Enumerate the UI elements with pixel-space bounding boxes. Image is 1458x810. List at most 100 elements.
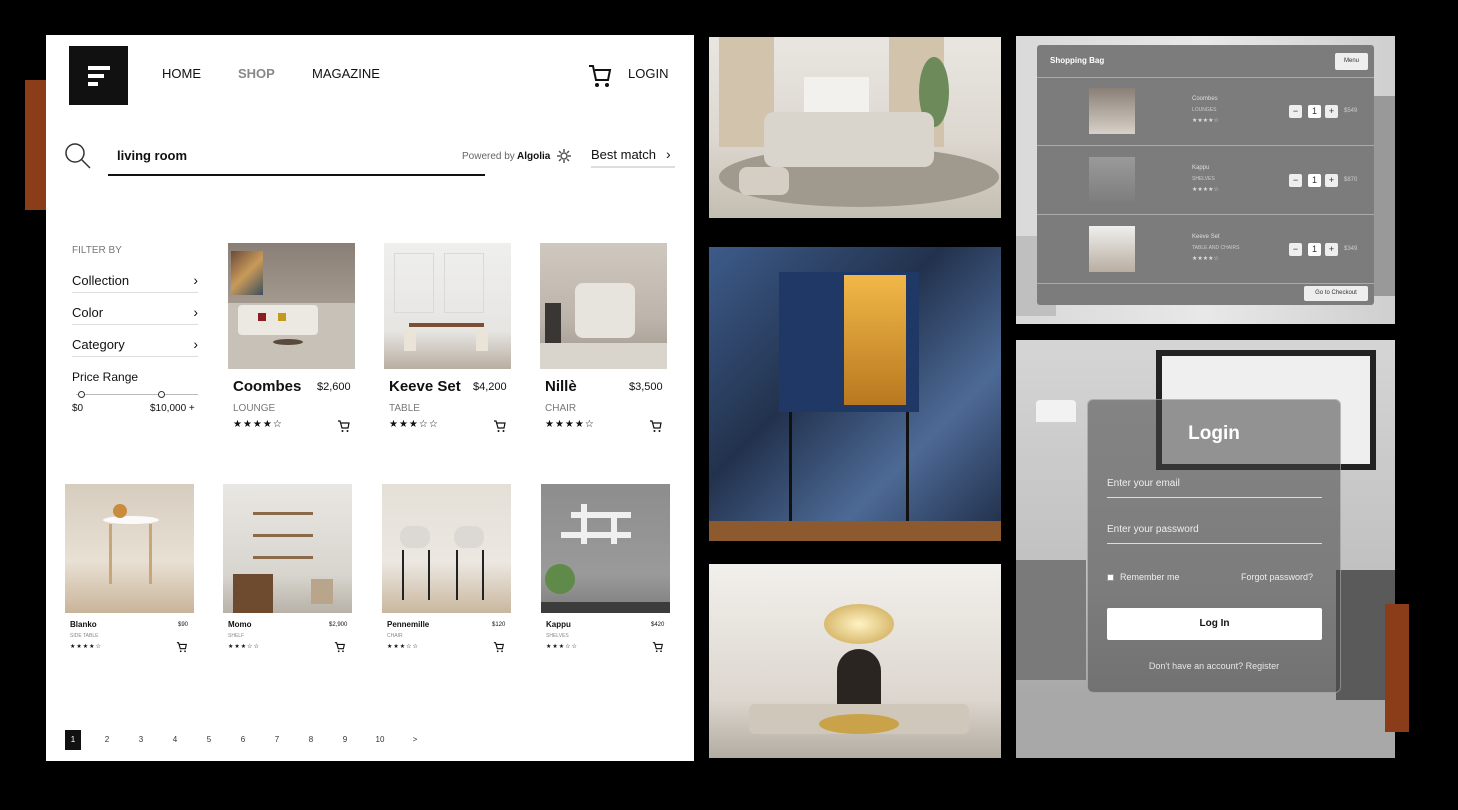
product-name[interactable]: Blanko (70, 620, 97, 629)
search-icon[interactable] (64, 142, 92, 170)
page-1[interactable]: 1 (65, 730, 81, 750)
increase-qty-button[interactable]: + (1325, 243, 1338, 256)
page-3[interactable]: 3 (133, 730, 149, 750)
add-to-cart-icon[interactable] (652, 641, 664, 653)
price-slider-max-handle[interactable] (158, 391, 165, 398)
add-to-cart-icon[interactable] (493, 641, 505, 653)
powered-by-text: Powered by (462, 151, 515, 162)
product-name[interactable]: Kappu (546, 620, 571, 629)
remember-label: Remember me (1120, 572, 1180, 582)
nav-magazine[interactable]: MAGAZINE (312, 66, 380, 81)
bag-item-category: SHELVES (1192, 176, 1215, 182)
bag-item-image (1089, 226, 1135, 272)
rating-stars: ★★★☆☆ (546, 644, 578, 650)
algolia-icon (557, 149, 571, 163)
remember-checkbox[interactable] (1107, 574, 1114, 581)
password-field[interactable]: Enter your password (1107, 524, 1322, 544)
bag-item-price: $349 (1344, 246, 1358, 252)
search-input[interactable]: living room (117, 148, 187, 163)
product-image-keeve-set[interactable] (384, 243, 511, 369)
rating-stars: ★★★★☆ (233, 419, 283, 430)
page-2[interactable]: 2 (99, 730, 115, 750)
price-slider-track[interactable] (76, 394, 198, 395)
bag-item-image (1089, 157, 1135, 203)
chevron-right-icon: › (193, 272, 198, 288)
bag-item-name: Coombes (1192, 96, 1218, 102)
product-image-blanko[interactable] (65, 484, 194, 613)
add-to-cart-icon[interactable] (337, 419, 351, 433)
page-next[interactable]: > (407, 730, 423, 750)
product-image-kappu[interactable] (541, 484, 670, 613)
product-image-pennemille[interactable] (382, 484, 511, 613)
product-price: $2,600 (317, 381, 351, 393)
photo-bar-cabinet (709, 247, 1001, 541)
decrease-qty-button[interactable]: − (1289, 243, 1302, 256)
filter-category[interactable]: Category › (72, 336, 198, 357)
product-price: $4,200 (473, 381, 507, 393)
rating-stars: ★★★★☆ (545, 419, 595, 430)
product-category: CHAIR (387, 633, 403, 639)
login-button[interactable]: Log In (1107, 608, 1322, 640)
decrease-qty-button[interactable]: − (1289, 174, 1302, 187)
register-link[interactable]: Don't have an account? Register (1087, 661, 1341, 671)
photo-living-room-sofa (709, 37, 1001, 218)
filter-label: Color (72, 305, 104, 320)
qty-value[interactable]: 1 (1308, 174, 1321, 187)
qty-value[interactable]: 1 (1308, 105, 1321, 118)
add-to-cart-icon[interactable] (334, 641, 346, 653)
nav-shop[interactable]: SHOP (238, 66, 275, 81)
rating-stars: ★★★☆☆ (387, 644, 419, 650)
product-category: SIDE TABLE (70, 633, 99, 639)
bag-menu-button[interactable]: Menu (1335, 53, 1368, 70)
add-to-cart-icon[interactable] (493, 419, 507, 433)
bag-item: Coombes LOUNGES ★★★★☆ − 1 + $549 (1037, 78, 1374, 146)
forgot-password-link[interactable]: Forgot password? (1241, 572, 1313, 582)
product-name[interactable]: Nillè (545, 378, 577, 395)
checkout-button[interactable]: Go to Checkout (1304, 286, 1368, 301)
product-name[interactable]: Pennemille (387, 620, 429, 629)
sort-dropdown[interactable]: Best match (591, 147, 656, 162)
page-6[interactable]: 6 (235, 730, 251, 750)
price-range-label: Price Range (72, 370, 139, 384)
increase-qty-button[interactable]: + (1325, 105, 1338, 118)
product-image-coombes[interactable] (228, 243, 355, 369)
algolia-brand: Algolia (517, 151, 551, 162)
cart-icon[interactable] (587, 63, 613, 89)
menu-logo-icon[interactable] (69, 46, 128, 105)
email-field[interactable]: Enter your email (1107, 478, 1322, 498)
page-5[interactable]: 5 (201, 730, 217, 750)
bag-item-price: $870 (1344, 177, 1358, 183)
product-price: $90 (178, 622, 189, 628)
add-to-cart-icon[interactable] (176, 641, 188, 653)
filter-color[interactable]: Color › (72, 304, 198, 325)
product-category: TABLE (389, 403, 420, 414)
page-7[interactable]: 7 (269, 730, 285, 750)
bag-item: Keeve Set TABLE AND CHAIRS ★★★★☆ − 1 + $… (1037, 216, 1374, 284)
product-price: $2,900 (329, 622, 348, 628)
bag-title: Shopping Bag (1050, 56, 1105, 65)
add-to-cart-icon[interactable] (649, 419, 663, 433)
login-link[interactable]: LOGIN (628, 66, 668, 81)
increase-qty-button[interactable]: + (1325, 174, 1338, 187)
product-image-momo[interactable] (223, 484, 352, 613)
product-price: $420 (651, 622, 665, 628)
product-name[interactable]: Coombes (233, 378, 301, 395)
decrease-qty-button[interactable]: − (1289, 105, 1302, 118)
page-10[interactable]: 10 (372, 730, 388, 750)
bag-item-price: $549 (1344, 108, 1358, 114)
chevron-right-icon[interactable]: › (666, 146, 671, 162)
product-price: $3,500 (629, 381, 663, 393)
product-image-nille[interactable] (540, 243, 667, 369)
price-slider-min-handle[interactable] (78, 391, 85, 398)
product-name[interactable]: Momo (228, 620, 252, 629)
product-name[interactable]: Keeve Set (389, 378, 461, 395)
qty-value[interactable]: 1 (1308, 243, 1321, 256)
page-9[interactable]: 9 (337, 730, 353, 750)
photo-chandelier-room (709, 564, 1001, 758)
page-4[interactable]: 4 (167, 730, 183, 750)
nav-home[interactable]: HOME (162, 66, 201, 81)
page-8[interactable]: 8 (303, 730, 319, 750)
filter-collection[interactable]: Collection › (72, 272, 198, 293)
product-category: SHELF (228, 633, 245, 639)
sort-underline (591, 166, 675, 168)
